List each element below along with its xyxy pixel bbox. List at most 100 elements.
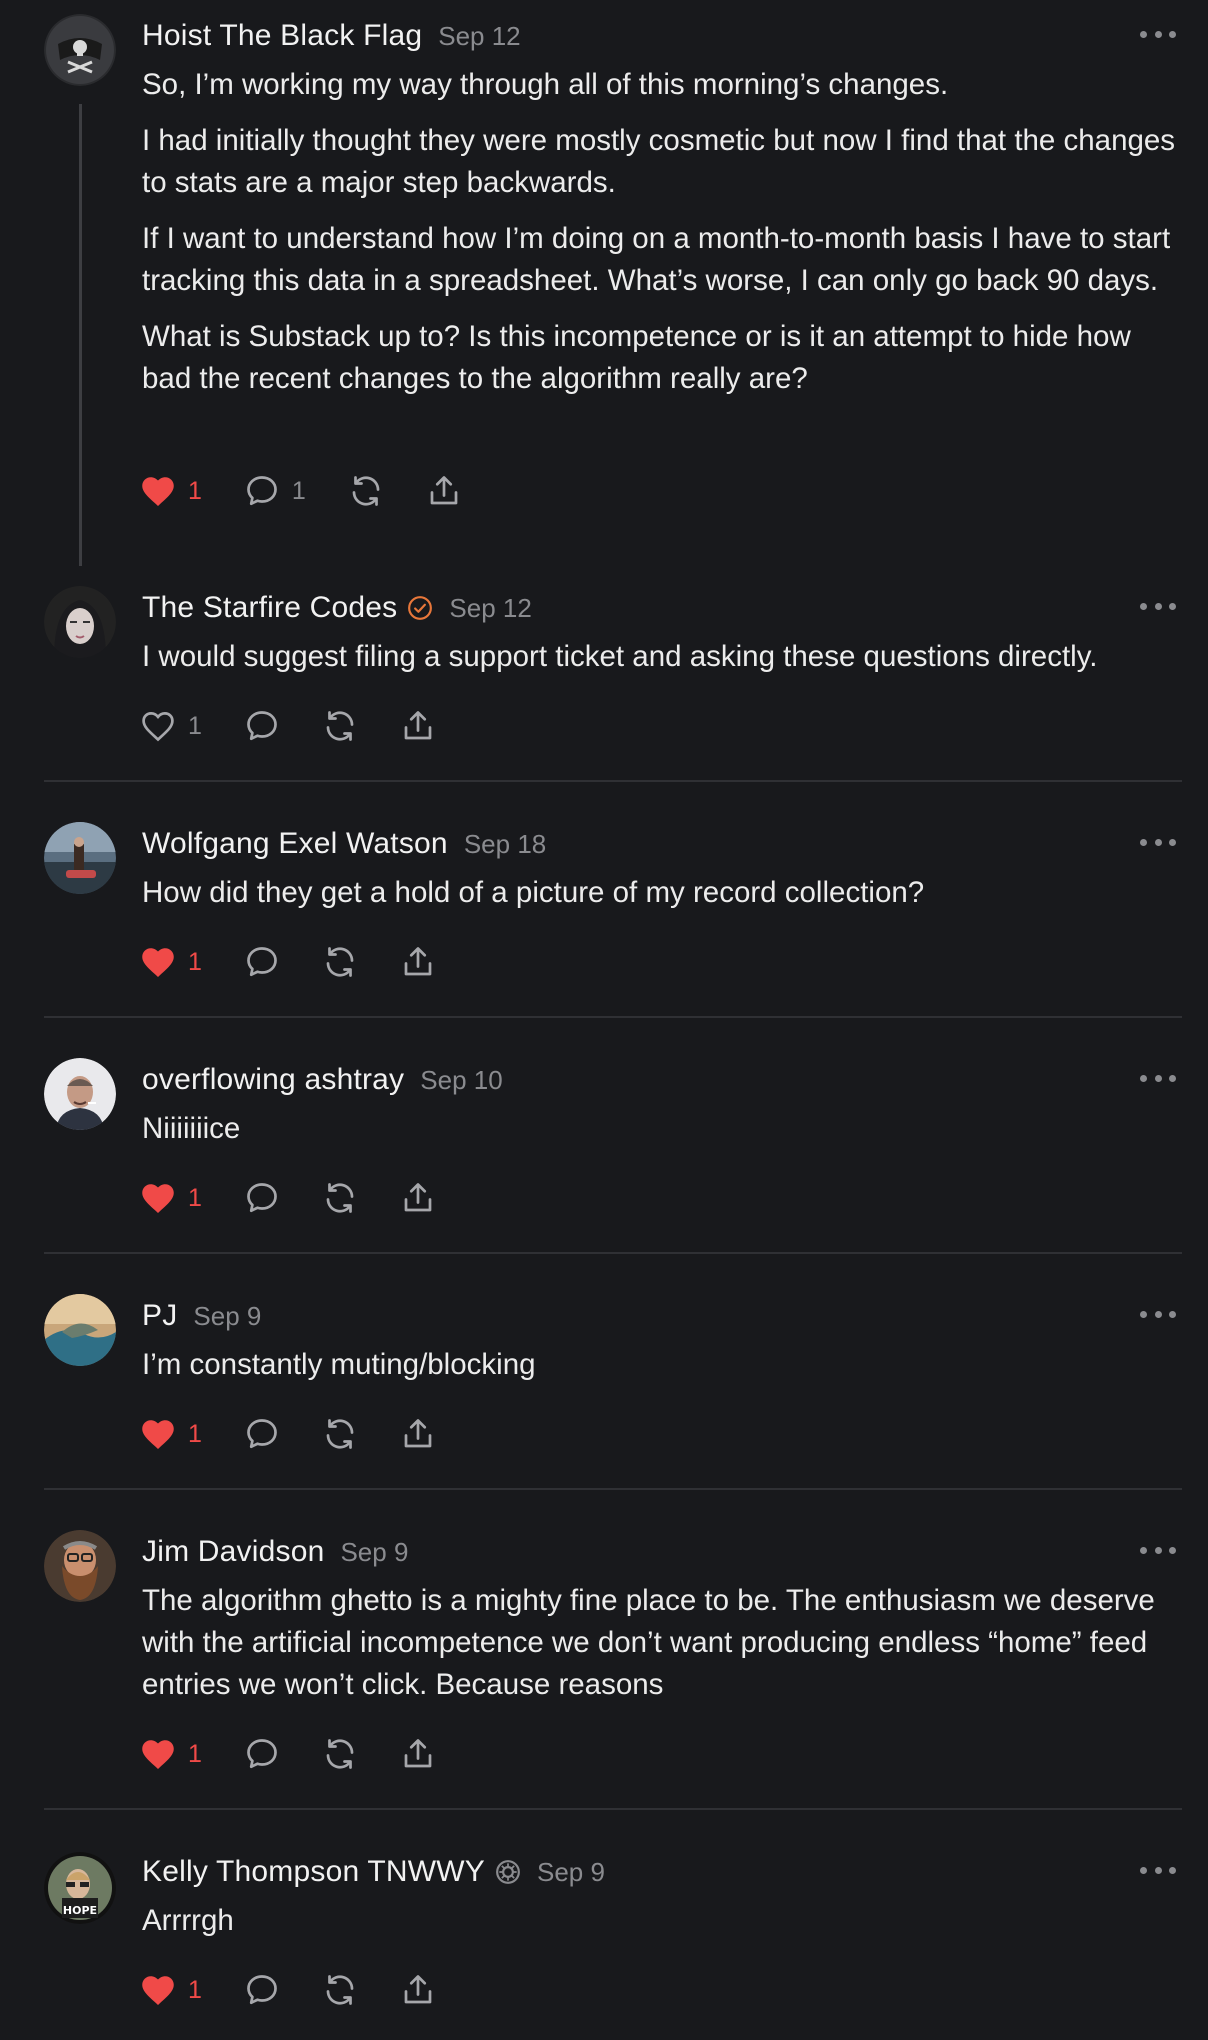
comment-body: Arrrrgh bbox=[142, 1900, 1182, 1956]
restack-button[interactable] bbox=[322, 708, 358, 744]
heart-icon bbox=[142, 948, 174, 977]
like-count: 1 bbox=[188, 476, 202, 505]
comment-actions: 1 1 bbox=[140, 469, 504, 513]
comment-date[interactable]: Sep 18 bbox=[464, 829, 546, 860]
avatar[interactable] bbox=[44, 586, 116, 658]
like-button[interactable]: 1 bbox=[140, 1417, 202, 1451]
restack-button[interactable] bbox=[322, 1416, 358, 1452]
comment-actions: 1 bbox=[140, 1732, 478, 1776]
restack-button[interactable] bbox=[322, 944, 358, 980]
more-options-icon[interactable] bbox=[1140, 832, 1176, 852]
comment-date[interactable]: Sep 9 bbox=[340, 1537, 408, 1568]
share-button[interactable] bbox=[400, 944, 436, 980]
avatar[interactable] bbox=[44, 1058, 116, 1130]
reply-button[interactable] bbox=[244, 1180, 280, 1216]
author-name[interactable]: PJ bbox=[142, 1299, 177, 1333]
avatar[interactable] bbox=[44, 822, 116, 894]
more-options-icon[interactable] bbox=[1140, 1540, 1176, 1560]
like-button[interactable]: 1 bbox=[140, 1973, 202, 2007]
comment-paragraph: I’m constantly muting/blocking bbox=[142, 1348, 536, 1381]
reply-button[interactable] bbox=[244, 1736, 280, 1772]
avatar[interactable] bbox=[44, 14, 116, 86]
share-button[interactable] bbox=[400, 1972, 436, 2008]
avatar[interactable] bbox=[44, 1530, 116, 1602]
restack-button[interactable] bbox=[348, 473, 384, 509]
author-name[interactable]: Hoist The Black Flag bbox=[142, 19, 422, 53]
divider bbox=[44, 1252, 1182, 1254]
comment-date[interactable]: Sep 9 bbox=[537, 1857, 605, 1888]
heart-icon bbox=[142, 1740, 174, 1769]
more-options-icon[interactable] bbox=[1140, 596, 1176, 616]
avatar[interactable] bbox=[44, 1294, 116, 1366]
comment-date[interactable]: Sep 10 bbox=[420, 1065, 502, 1096]
heart-icon bbox=[142, 1976, 174, 2005]
restack-button[interactable] bbox=[322, 1972, 358, 2008]
comment-date[interactable]: Sep 12 bbox=[438, 21, 520, 52]
divider bbox=[44, 1808, 1182, 1810]
like-button[interactable]: 1 bbox=[140, 709, 202, 743]
share-icon bbox=[404, 1183, 432, 1212]
share-button[interactable] bbox=[400, 708, 436, 744]
like-count: 1 bbox=[188, 947, 202, 976]
comment-header: Jim Davidson Sep 9 bbox=[142, 1532, 408, 1572]
reply-button[interactable] bbox=[244, 1972, 280, 2008]
comment-actions: 1 bbox=[140, 1968, 478, 2012]
reply-button[interactable] bbox=[244, 1416, 280, 1452]
reply-button[interactable] bbox=[244, 708, 280, 744]
heart-outline-icon bbox=[142, 712, 174, 742]
divider bbox=[44, 1488, 1182, 1490]
author-name[interactable]: Kelly Thompson TNWWY bbox=[142, 1855, 485, 1889]
comment-icon bbox=[247, 947, 277, 977]
share-icon bbox=[404, 711, 432, 740]
restack-icon bbox=[326, 1419, 354, 1449]
share-button[interactable] bbox=[426, 473, 462, 509]
avatar[interactable]: HOPE bbox=[44, 1852, 116, 1924]
like-count: 1 bbox=[188, 1739, 202, 1768]
like-count: 1 bbox=[188, 1419, 202, 1448]
reply-button[interactable]: 1 bbox=[244, 473, 306, 509]
restack-icon bbox=[326, 1975, 354, 2005]
comment-header: overflowing ashtray Sep 10 bbox=[142, 1060, 503, 1100]
comment-actions: 1 bbox=[140, 704, 478, 748]
more-options-icon[interactable] bbox=[1140, 24, 1176, 44]
more-options-icon[interactable] bbox=[1140, 1068, 1176, 1088]
author-name[interactable]: Jim Davidson bbox=[142, 1535, 324, 1569]
comment-paragraph: I had initially thought they were mostly… bbox=[142, 124, 1176, 199]
comment-body: How did they get a hold of a picture of … bbox=[142, 872, 1182, 928]
comment-header: The Starfire Codes Sep 12 bbox=[142, 588, 532, 628]
restack-icon bbox=[326, 1739, 354, 1769]
svg-text:HOPE: HOPE bbox=[63, 1904, 97, 1917]
like-button[interactable]: 1 bbox=[140, 1737, 202, 1771]
author-name[interactable]: Wolfgang Exel Watson bbox=[142, 827, 448, 861]
reply-button[interactable] bbox=[244, 944, 280, 980]
author-name[interactable]: overflowing ashtray bbox=[142, 1063, 404, 1097]
verified-badge-icon bbox=[407, 595, 433, 621]
share-button[interactable] bbox=[400, 1180, 436, 1216]
comment-body: I would suggest filing a support ticket … bbox=[142, 636, 1182, 692]
comment-date[interactable]: Sep 12 bbox=[449, 593, 531, 624]
restack-button[interactable] bbox=[322, 1180, 358, 1216]
author-name[interactable]: The Starfire Codes bbox=[142, 591, 397, 625]
share-icon bbox=[404, 947, 432, 976]
share-button[interactable] bbox=[400, 1736, 436, 1772]
like-button[interactable]: 1 bbox=[140, 474, 202, 508]
comment-body: The algorithm ghetto is a mighty fine pl… bbox=[142, 1580, 1182, 1720]
divider bbox=[44, 780, 1182, 782]
more-options-icon[interactable] bbox=[1140, 1860, 1176, 1880]
reply-count: 1 bbox=[291, 476, 306, 505]
like-button[interactable]: 1 bbox=[140, 1181, 202, 1215]
comment-paragraph: Arrrrgh bbox=[142, 1904, 234, 1937]
comment-icon bbox=[247, 476, 277, 506]
restack-button[interactable] bbox=[322, 1736, 358, 1772]
restack-icon bbox=[326, 947, 354, 977]
like-button[interactable]: 1 bbox=[140, 945, 202, 979]
share-button[interactable] bbox=[400, 1416, 436, 1452]
comment-date[interactable]: Sep 9 bbox=[193, 1301, 261, 1332]
heart-icon bbox=[142, 477, 174, 506]
comment-paragraph: Niiiiiiice bbox=[142, 1112, 241, 1145]
subscriber-badge-icon bbox=[495, 1859, 521, 1885]
comment-icon bbox=[247, 711, 277, 741]
more-options-icon[interactable] bbox=[1140, 1304, 1176, 1324]
share-icon bbox=[404, 1419, 432, 1448]
restack-icon bbox=[326, 1183, 354, 1213]
